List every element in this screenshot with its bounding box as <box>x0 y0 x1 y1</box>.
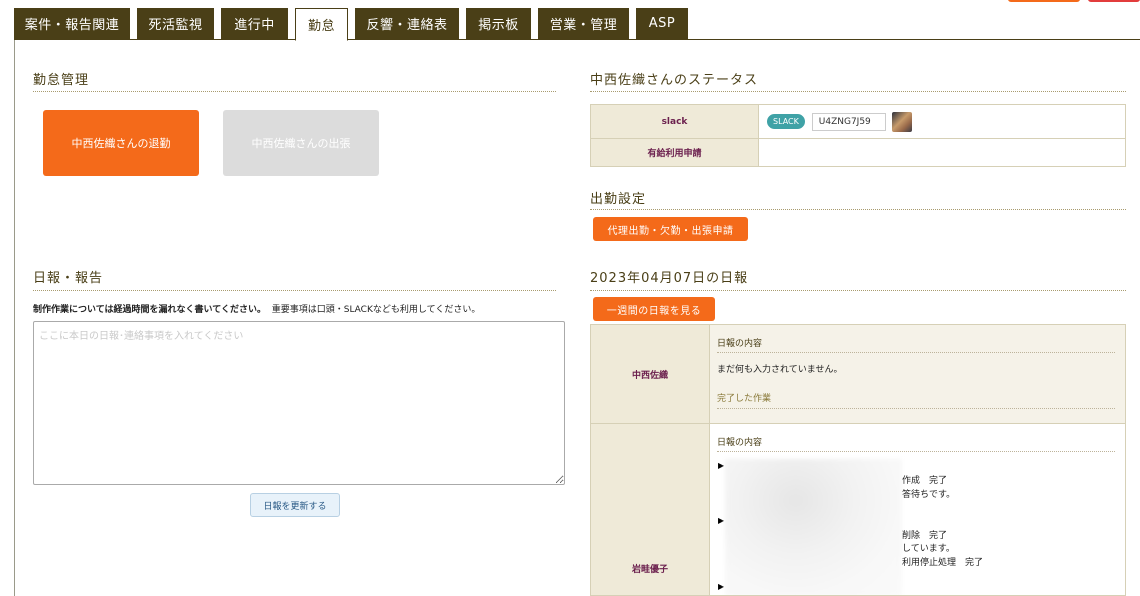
arrow-right-icon: ▶ <box>718 461 725 470</box>
tab-attendance[interactable]: 勤怠 <box>295 8 348 41</box>
report-author-name: 岩畦優子 <box>591 424 710 595</box>
status-row-slack: slack SLACK U4ZNG7J59 <box>590 104 1126 139</box>
leave-work-button[interactable]: 中西佐織さんの退勤 <box>43 110 199 176</box>
report-note-text: 重要事項は口頭・SLACKなども利用してください。 <box>271 305 481 315</box>
tab-projects-reports[interactable]: 案件・報告関連 <box>14 8 130 39</box>
report-title: 日報・報告 <box>33 271 104 286</box>
divider <box>717 352 1115 353</box>
report-line: しています。 <box>902 544 955 554</box>
content-heading: 日報の内容 <box>717 339 763 349</box>
view-week-button[interactable]: 一週間の日報を見る <box>593 297 715 321</box>
report-line: 作成 完了 <box>902 476 948 486</box>
slack-badge[interactable]: SLACK <box>767 114 805 129</box>
completed-work-heading: 完了した作業 <box>717 394 772 404</box>
tab-sales-management[interactable]: 営業・管理 <box>538 8 629 39</box>
page-left-border <box>14 40 15 596</box>
divider <box>33 290 556 291</box>
tab-responses-contacts[interactable]: 反響・連絡表 <box>355 8 459 39</box>
tab-underline <box>14 39 1140 40</box>
business-trip-button[interactable]: 中西佐織さんの出張 <box>223 110 379 176</box>
slack-label: slack <box>590 104 759 139</box>
proxy-attendance-button[interactable]: 代理出勤・欠勤・出張申請 <box>593 217 748 241</box>
divider <box>717 408 1115 409</box>
report-line: 利用停止処理 完了 <box>902 558 984 568</box>
report-author-name: 中西佐織 <box>591 325 710 424</box>
report-textarea[interactable] <box>33 321 565 485</box>
update-report-button[interactable]: 日報を更新する <box>250 493 340 517</box>
slack-id-field[interactable]: U4ZNG7J59 <box>811 112 886 131</box>
arrow-right-icon: ▶ <box>718 582 725 591</box>
report-line: 削除 完了 <box>902 531 948 541</box>
tab-asp[interactable]: ASP <box>636 8 688 39</box>
divider <box>590 290 1126 291</box>
arrow-right-icon: ▶ <box>718 516 725 525</box>
divider <box>717 451 1115 452</box>
report-line: 答待ちです。 <box>902 490 956 500</box>
content-heading: 日報の内容 <box>717 438 763 448</box>
tab-bulletin-board[interactable]: 掲示板 <box>466 8 531 39</box>
divider <box>33 91 556 92</box>
redacted-content <box>725 459 902 595</box>
status-row-paid-leave: 有給利用申請 <box>590 138 1126 167</box>
report-entry: 日報の内容 ▶ ▶ ▶ 作成 完了 答待ちです。 削除 完了 しています。 利用… <box>710 424 1125 595</box>
attendance-title: 勤怠管理 <box>33 73 90 88</box>
slack-value-cell: SLACK U4ZNG7J59 <box>758 104 1126 139</box>
report-note: 制作作業については経過時間を漏れなく書いてください。 重要事項は口頭・SLACK… <box>33 302 480 315</box>
report-note-bold: 制作作業については経過時間を漏れなく書いてください。 <box>33 305 267 315</box>
status-title: 中西佐織さんのステータス <box>590 73 759 88</box>
tab-uptime-monitoring[interactable]: 死活監視 <box>137 8 214 39</box>
status-table: slack SLACK U4ZNG7J59 有給利用申請 <box>590 104 1126 167</box>
paid-leave-label: 有給利用申請 <box>590 138 759 167</box>
report-entry: 日報の内容 まだ何も入力されていません。 完了した作業 <box>710 325 1125 424</box>
paid-leave-value <box>758 138 1126 167</box>
daily-report-table: 中西佐織 日報の内容 まだ何も入力されていません。 完了した作業 岩畦優子 日報… <box>590 324 1126 596</box>
divider <box>590 91 1126 92</box>
divider <box>590 209 1126 210</box>
shift-settings-title: 出勤設定 <box>590 192 647 207</box>
tab-in-progress[interactable]: 進行中 <box>221 8 288 39</box>
main-tab-bar: 案件・報告関連 死活監視 進行中 勤怠 反響・連絡表 掲示板 営業・管理 ASP <box>0 0 1140 41</box>
report-content: まだ何も入力されていません。 <box>717 365 843 375</box>
avatar <box>891 111 912 132</box>
daily-report-title: 2023年04月07日の日報 <box>590 271 749 286</box>
